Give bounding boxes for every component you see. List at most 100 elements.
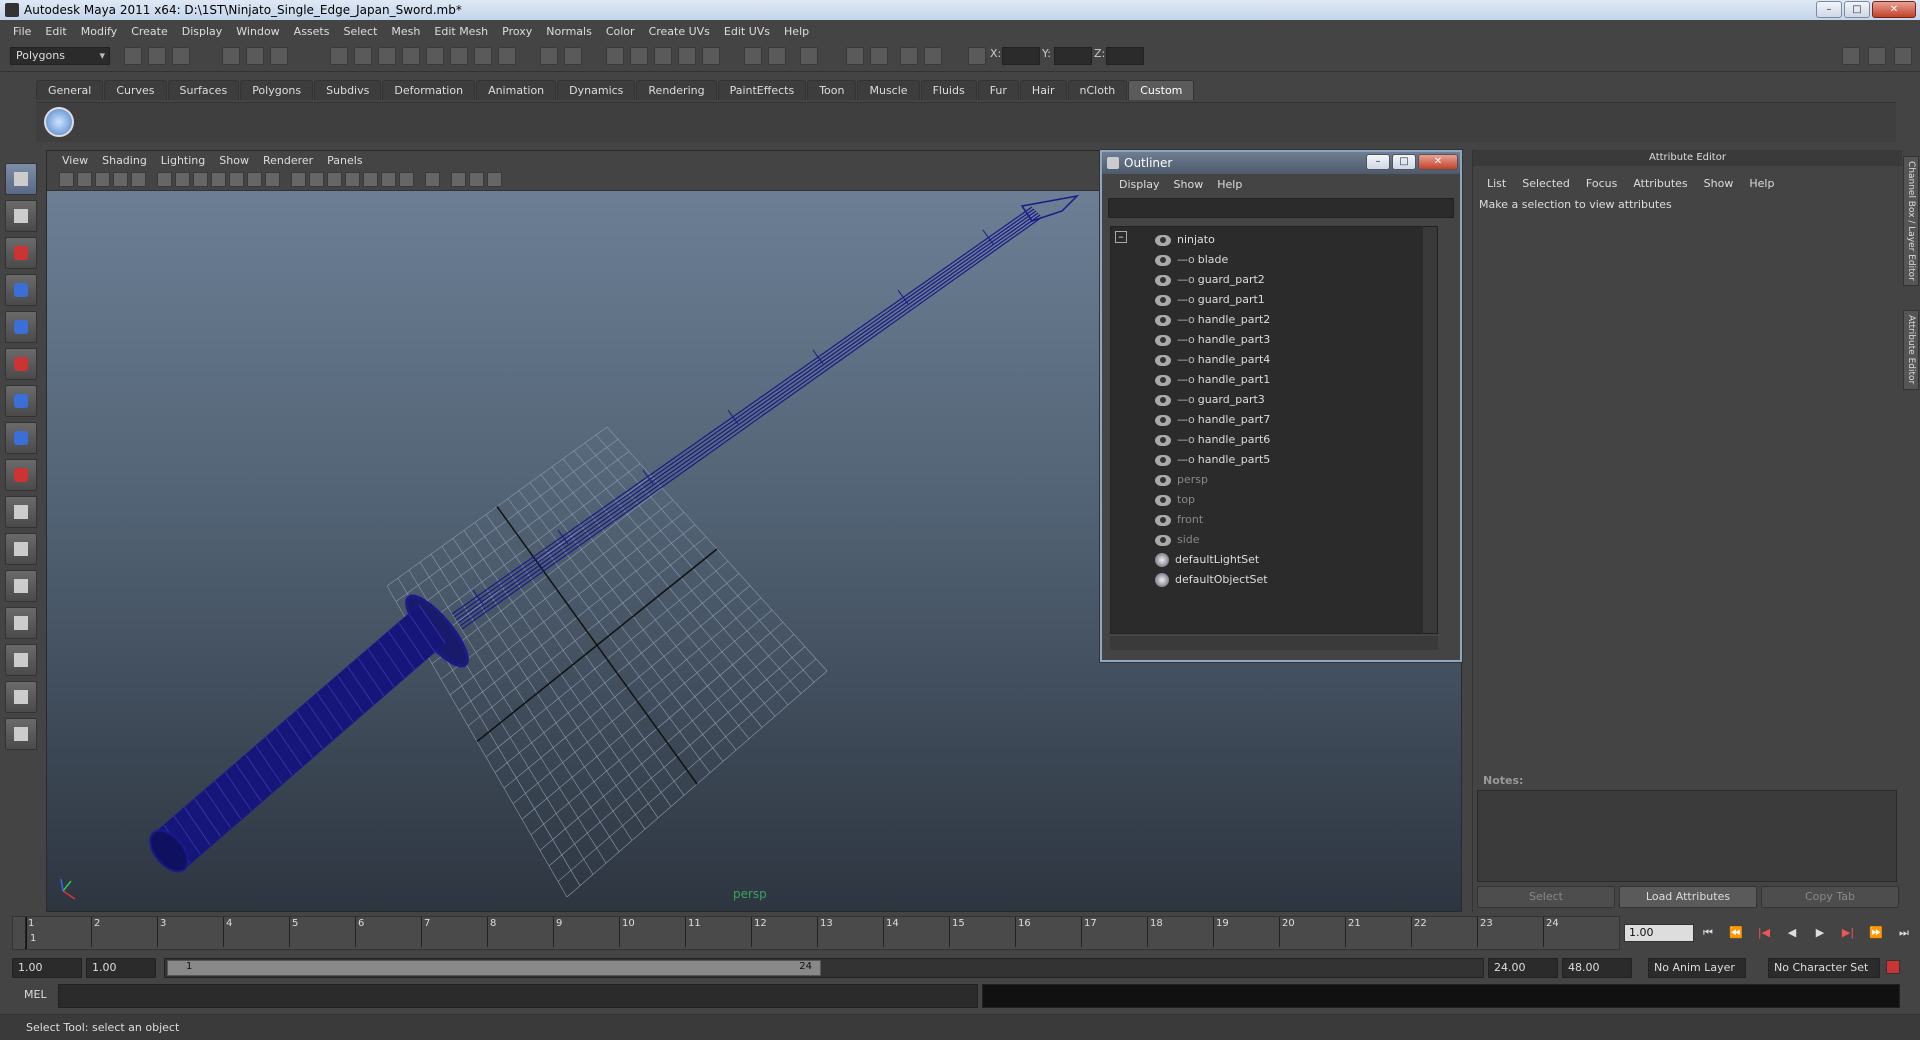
outliner-item[interactable]: —o guard_part2 bbox=[1155, 271, 1265, 289]
wireframe-icon[interactable] bbox=[291, 172, 306, 187]
command-input[interactable] bbox=[58, 984, 978, 1008]
menu-help[interactable]: Help bbox=[777, 25, 816, 38]
shelf-tab-surfaces[interactable]: Surfaces bbox=[167, 80, 240, 100]
playback-start-field[interactable]: 1.00 bbox=[86, 958, 156, 978]
menu-modify[interactable]: Modify bbox=[74, 25, 124, 38]
wireframe-on-shaded-icon[interactable] bbox=[327, 172, 342, 187]
move-tool-icon[interactable] bbox=[5, 274, 37, 306]
render-settings-icon[interactable] bbox=[654, 47, 672, 65]
select-object-icon[interactable] bbox=[246, 47, 264, 65]
step-back-frame-button[interactable]: |◀ bbox=[1754, 924, 1774, 942]
graph-persp-layout-icon[interactable] bbox=[5, 644, 37, 676]
construction-history-icon[interactable] bbox=[498, 47, 516, 65]
outliner-menu-show[interactable]: Show bbox=[1167, 178, 1211, 191]
notes-field[interactable] bbox=[1477, 790, 1897, 882]
viewport-menu-view[interactable]: View bbox=[55, 154, 95, 167]
outliner-minimize-button[interactable]: – bbox=[1366, 154, 1390, 170]
minimize-button[interactable]: – bbox=[1816, 1, 1842, 18]
play-backwards-button[interactable]: ◀ bbox=[1782, 924, 1802, 942]
outliner-item[interactable]: ninjato bbox=[1155, 231, 1215, 249]
current-time-field[interactable]: 1.00 bbox=[1624, 924, 1694, 942]
two-d-pan-zoom-icon[interactable] bbox=[131, 172, 146, 187]
play-forwards-button[interactable]: ▶ bbox=[1810, 924, 1830, 942]
outliner-horizontal-scrollbar[interactable] bbox=[1110, 636, 1438, 650]
shelf-tab-animation[interactable]: Animation bbox=[476, 80, 557, 100]
menu-color[interactable]: Color bbox=[599, 25, 642, 38]
menu-edit-uvs[interactable]: Edit UVs bbox=[717, 25, 777, 38]
step-back-key-button[interactable]: ⏪ bbox=[1726, 924, 1746, 942]
viewport-menu-renderer[interactable]: Renderer bbox=[256, 154, 320, 167]
z-field[interactable] bbox=[1106, 47, 1144, 65]
toggle-tool-settings-icon[interactable] bbox=[1868, 47, 1886, 65]
animation-end-field[interactable]: 48.00 bbox=[1562, 958, 1632, 978]
select-camera-icon[interactable] bbox=[59, 172, 74, 187]
menu-create[interactable]: Create bbox=[124, 25, 175, 38]
universal-manipulator-icon[interactable] bbox=[5, 385, 37, 417]
outliner-item[interactable]: —o handle_part3 bbox=[1155, 331, 1270, 349]
outliner-item[interactable]: side bbox=[1155, 531, 1200, 549]
soft-modification-icon[interactable] bbox=[5, 422, 37, 454]
go-to-end-button[interactable]: ⏭ bbox=[1894, 924, 1914, 942]
new-scene-icon[interactable] bbox=[124, 47, 142, 65]
ambient-occlusion-icon[interactable] bbox=[399, 172, 414, 187]
shelf-tab-fur[interactable]: Fur bbox=[977, 80, 1019, 100]
transform-mode-icon[interactable] bbox=[968, 47, 986, 65]
outliner-item[interactable]: —o handle_part7 bbox=[1155, 411, 1270, 429]
outliner-item[interactable]: persp bbox=[1155, 471, 1208, 489]
grid-icon[interactable] bbox=[157, 172, 172, 187]
attr-menu-help[interactable]: Help bbox=[1741, 177, 1782, 190]
menu-display[interactable]: Display bbox=[175, 25, 230, 38]
viewport-menu-panels[interactable]: Panels bbox=[320, 154, 369, 167]
shelf-tab-general[interactable]: General bbox=[36, 80, 104, 100]
outliner-item[interactable]: defaultObjectSet bbox=[1155, 571, 1268, 589]
outliner-scrollbar[interactable] bbox=[1423, 227, 1437, 633]
make-live-icon[interactable] bbox=[426, 47, 444, 65]
rotate-tool-icon[interactable] bbox=[5, 311, 37, 343]
range-slider-handle[interactable]: 1 24 bbox=[167, 960, 821, 976]
select-component-icon[interactable] bbox=[270, 47, 288, 65]
gate-mask-icon[interactable] bbox=[211, 172, 226, 187]
shelf-tab-muscle[interactable]: Muscle bbox=[857, 80, 920, 100]
single-pane-layout-icon[interactable] bbox=[5, 533, 37, 565]
xray-joints-icon[interactable] bbox=[469, 172, 484, 187]
field-chart-icon[interactable] bbox=[229, 172, 244, 187]
menu-mesh[interactable]: Mesh bbox=[384, 25, 427, 38]
camera-attributes-icon[interactable] bbox=[77, 172, 92, 187]
menu-select[interactable]: Select bbox=[336, 25, 384, 38]
auto-key-icon[interactable] bbox=[1886, 960, 1900, 974]
hypershade-persp-layout-icon[interactable] bbox=[5, 681, 37, 713]
toggle-channel-box-icon[interactable] bbox=[1842, 47, 1860, 65]
outliner-list[interactable]: ninjato —o blade —o guard_part2 —o guard_part1… bbox=[1110, 226, 1438, 634]
viewport-menu-show[interactable]: Show bbox=[212, 154, 256, 167]
isolate-select-icon[interactable] bbox=[425, 172, 440, 187]
checkmark-shelf-icon[interactable] bbox=[44, 107, 74, 137]
playback-end-field[interactable]: 24.00 bbox=[1488, 958, 1558, 978]
snap-point-icon[interactable] bbox=[378, 47, 396, 65]
channel-box-tab[interactable]: Channel Box / Layer Editor bbox=[1903, 156, 1919, 286]
render-region-icon[interactable] bbox=[846, 47, 864, 65]
show-channel-box-icon[interactable] bbox=[800, 47, 818, 65]
ipr-render-icon[interactable] bbox=[630, 47, 648, 65]
anim-layer-dropdown[interactable]: No Anim Layer bbox=[1648, 958, 1746, 978]
menu-normals[interactable]: Normals bbox=[539, 25, 599, 38]
shelf-tab-ncloth[interactable]: nCloth bbox=[1067, 80, 1128, 100]
resolution-gate-icon[interactable] bbox=[193, 172, 208, 187]
collapse-toggle-icon[interactable]: – bbox=[1115, 231, 1127, 243]
shelf-tab-hair[interactable]: Hair bbox=[1019, 80, 1067, 100]
outliner-item[interactable]: defaultLightSet bbox=[1155, 551, 1259, 569]
textured-icon[interactable] bbox=[345, 172, 360, 187]
xray-icon[interactable] bbox=[451, 172, 466, 187]
outliner-item[interactable]: —o guard_part3 bbox=[1155, 391, 1265, 409]
maximize-button[interactable]: □ bbox=[1844, 1, 1870, 18]
viewport-menu-lighting[interactable]: Lighting bbox=[154, 154, 212, 167]
show-manipulator-icon[interactable] bbox=[5, 459, 37, 491]
menu-window[interactable]: Window bbox=[229, 25, 286, 38]
copy-tab-button[interactable]: Copy Tab bbox=[1761, 886, 1899, 908]
last-tool-icon[interactable] bbox=[5, 496, 37, 528]
shelf-tab-painteffects[interactable]: PaintEffects bbox=[717, 80, 807, 100]
shelf-tab-toon[interactable]: Toon bbox=[807, 80, 857, 100]
shelf-tab-custom[interactable]: Custom bbox=[1128, 80, 1195, 100]
shelf-tab-subdivs[interactable]: Subdivs bbox=[314, 80, 382, 100]
open-scene-icon[interactable] bbox=[148, 47, 166, 65]
show-tool-settings-icon[interactable] bbox=[768, 47, 786, 65]
